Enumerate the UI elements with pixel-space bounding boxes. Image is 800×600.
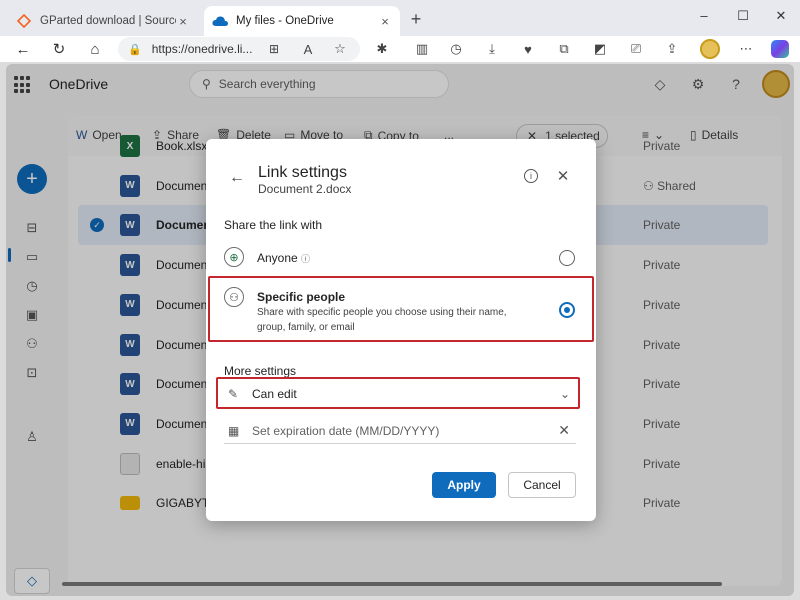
dialog-title: Link settings [258,164,347,181]
option-specific-people[interactable]: ⚇ Specific people Share with specific pe… [224,287,578,335]
profile-avatar[interactable] [700,39,720,59]
copilot-icon[interactable] [771,40,789,58]
specific-people-description: Share with specific people you choose us… [257,307,507,333]
chevron-down-icon: ⌄ [559,387,570,401]
expiration-date-field[interactable]: ▦ Set expiration date (MM/DD/YYYY) ✕ [224,418,576,444]
pencil-icon: ✎ [228,387,239,401]
people-lock-icon: ⚇ [224,287,244,307]
more-menu-icon[interactable]: ⋯ [736,40,756,58]
expiration-placeholder: Set expiration date (MM/DD/YYYY) [252,423,440,438]
new-tab-button[interactable]: + [406,9,426,30]
tab-close-icon[interactable]: × [378,14,392,29]
apply-button[interactable]: Apply [432,472,496,498]
lock-icon: 🔒 [128,43,142,56]
more-settings-heading: More settings [224,364,297,378]
minimize-button[interactable]: – [694,8,714,23]
calendar-icon: ▦ [228,423,240,438]
close-icon[interactable]: ✕ [556,167,570,185]
collections-icon[interactable]: ⧉ [554,40,574,58]
anyone-radio[interactable] [559,250,575,266]
dialog-filename: Document 2.docx [258,182,352,196]
browser-tabstrip: GParted download | SourceForge × My file… [0,0,800,36]
split-screen-icon[interactable]: ▥ [412,40,432,58]
share-with-heading: Share the link with [224,218,323,232]
extensions-icon[interactable]: ✱ [372,40,392,58]
globe-icon: ⊕ [224,247,244,267]
edge-drop-icon[interactable]: ◩ [590,40,610,58]
info-icon[interactable]: i [524,169,538,183]
url-text: https://onedrive.li... [151,42,253,56]
read-aloud-icon[interactable]: A [298,40,318,58]
address-bar[interactable]: 🔒 https://onedrive.li... [118,37,360,61]
close-window-button[interactable]: ✕ [771,8,791,24]
sourceforge-icon [16,13,32,29]
download-icon[interactable]: ⤓ [482,40,502,58]
onedrive-cloud-icon [212,13,228,29]
browser-toolbar: ← ↻ ⌂ 🔒 https://onedrive.li... ⊞ A ☆ ✱ ▥… [0,36,800,62]
tab-close-icon[interactable]: × [176,14,190,29]
tab-label: My files - OneDrive [236,15,334,27]
specific-people-radio[interactable] [559,302,575,318]
link-settings-dialog: ← Link settings Document 2.docx i ✕ Shar… [206,139,596,521]
anyone-label: Anyone ⓘ [257,251,311,265]
back-arrow-icon[interactable]: ← [12,39,34,59]
history-icon[interactable]: ◷ [446,40,466,58]
favorite-star-icon[interactable]: ☆ [330,40,350,58]
tab-gparted[interactable]: GParted download | SourceForge × [8,6,198,36]
share-icon[interactable]: ⇪ [662,40,682,58]
app-available-icon[interactable]: ⊞ [264,40,284,58]
permission-dropdown[interactable]: ✎ Can edit ⌄ [224,381,576,407]
tab-label: GParted download | SourceForge [40,15,176,27]
clear-date-icon[interactable]: ✕ [558,422,570,439]
option-anyone[interactable]: ⊕ Anyone ⓘ [224,247,578,269]
maximize-button[interactable]: ☐ [733,8,753,24]
browser-essentials-icon[interactable]: ♥ [518,40,538,58]
info-icon: ⓘ [301,254,311,264]
cancel-button[interactable]: Cancel [508,472,576,498]
home-icon[interactable]: ⌂ [84,39,106,59]
screenshot-icon[interactable]: ⎚ [626,40,646,58]
tab-onedrive[interactable]: My files - OneDrive × [204,6,400,36]
back-arrow-icon[interactable]: ← [228,169,246,187]
refresh-icon[interactable]: ↻ [48,39,70,59]
permission-value: Can edit [252,387,297,401]
specific-people-label: Specific people [257,290,346,304]
